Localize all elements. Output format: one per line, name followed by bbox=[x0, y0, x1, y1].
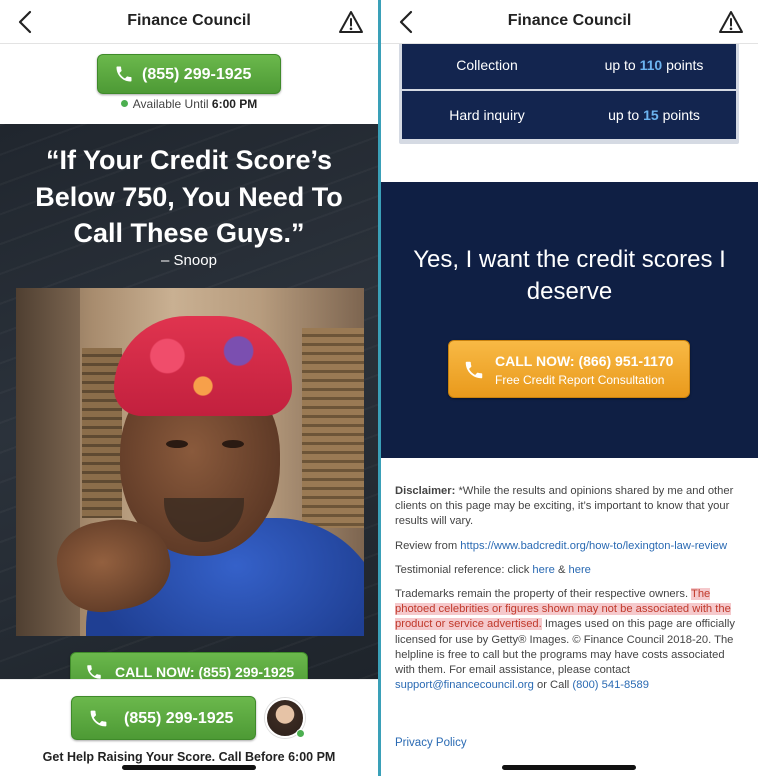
quote-attribution: – Snoop bbox=[161, 252, 217, 269]
disclaimer-label: Disclaimer: bbox=[395, 485, 456, 497]
nav-bar: Finance Council bbox=[381, 0, 758, 44]
hero-call-label: CALL NOW: (855) 299-1925 bbox=[115, 664, 295, 680]
footer-call-number: (855) 299-1925 bbox=[124, 710, 234, 727]
disclaimer-paragraph: Disclaimer: *While the results and opini… bbox=[395, 484, 746, 530]
availability-time: 6:00 PM bbox=[211, 97, 258, 111]
footer-call-button[interactable]: (855) 299-1925 bbox=[71, 696, 256, 740]
left-phone-screen: Finance Council (855) 299-1925 Available… bbox=[0, 0, 378, 776]
call-now-label: CALL NOW: (866) 951-1170 bbox=[495, 353, 674, 369]
or-call-text: or Call bbox=[536, 679, 570, 692]
cta-heading: Yes, I want the credit scores I deserve bbox=[413, 246, 726, 305]
review-paragraph: Review from https://www.badcredit.org/ho… bbox=[395, 539, 746, 554]
phone-icon bbox=[90, 710, 107, 727]
home-indicator[interactable] bbox=[502, 765, 636, 770]
support-email-link[interactable]: support@financecouncil.org bbox=[395, 679, 534, 691]
privacy-policy-link[interactable]: Privacy Policy bbox=[395, 737, 467, 749]
quote-line: Below 750, You Need To bbox=[35, 181, 343, 212]
table-row: Hard inquiry up to 15 points bbox=[402, 91, 736, 139]
celebrity-photo bbox=[16, 288, 364, 636]
nav-title: Finance Council bbox=[507, 12, 632, 29]
phone-icon bbox=[116, 66, 132, 82]
online-dot-icon bbox=[120, 100, 128, 107]
testimonial-prefix: Testimonial reference: click bbox=[395, 563, 530, 576]
nav-bar: Finance Council bbox=[0, 0, 378, 44]
row-value: up to 15 points bbox=[608, 107, 700, 123]
hero-section: “If Your Credit Score’s Below 750, You N… bbox=[0, 124, 378, 692]
quote-line: “If Your Credit Score’s bbox=[45, 145, 333, 175]
top-call-button[interactable]: (855) 299-1925 bbox=[97, 54, 281, 94]
row-value: up to 110 points bbox=[604, 57, 704, 73]
review-prefix: Review from bbox=[395, 539, 458, 552]
row-label: Hard inquiry bbox=[449, 107, 525, 123]
phone-icon bbox=[465, 361, 483, 379]
warning-icon[interactable] bbox=[718, 9, 744, 35]
home-indicator[interactable] bbox=[122, 765, 256, 770]
warning-icon[interactable] bbox=[338, 9, 364, 35]
availability-status: Available Until 6:00 PM bbox=[0, 97, 378, 111]
nav-title: Finance Council bbox=[127, 12, 251, 29]
table-row: Collection up to 110 points bbox=[402, 41, 736, 89]
online-status-icon bbox=[296, 729, 305, 738]
testimonial-link-2[interactable]: here bbox=[569, 564, 591, 576]
trademark-text: Trademarks remain the property of their … bbox=[395, 588, 689, 601]
top-call-number: (855) 299-1925 bbox=[142, 66, 252, 83]
disclaimer-block: Disclaimer: *While the results and opini… bbox=[395, 484, 746, 702]
sticky-footer: (855) 299-1925 Get Help Raising Your Sco… bbox=[0, 679, 378, 776]
testimonial-paragraph: Testimonial reference: click here & here bbox=[395, 563, 746, 578]
call-now-sublabel: Free Credit Report Consultation bbox=[495, 373, 665, 387]
quote-line: Call These Guys.” bbox=[73, 218, 305, 248]
legal-paragraph: Trademarks remain the property of their … bbox=[395, 587, 746, 693]
row-label: Collection bbox=[456, 57, 518, 73]
availability-label: Available Until bbox=[132, 97, 209, 111]
ampersand: & bbox=[557, 563, 566, 576]
right-phone-screen: Collection up to 110 points Hard inquiry… bbox=[381, 0, 758, 776]
points-table: Collection up to 110 points Hard inquiry… bbox=[399, 38, 739, 144]
testimonial-link-1[interactable]: here bbox=[532, 564, 554, 576]
call-now-button[interactable]: CALL NOW: (866) 951-1170 Free Credit Rep… bbox=[448, 340, 690, 398]
hero-quote: “If Your Credit Score’s Below 750, You N… bbox=[0, 142, 378, 252]
cta-section: Yes, I want the credit scores I deserve … bbox=[381, 182, 758, 458]
footer-tagline: Get Help Raising Your Score. Call Before… bbox=[42, 750, 336, 764]
review-link[interactable]: https://www.badcredit.org/how-to/lexingt… bbox=[460, 540, 727, 552]
support-phone-link[interactable]: (800) 541-8589 bbox=[572, 679, 649, 691]
